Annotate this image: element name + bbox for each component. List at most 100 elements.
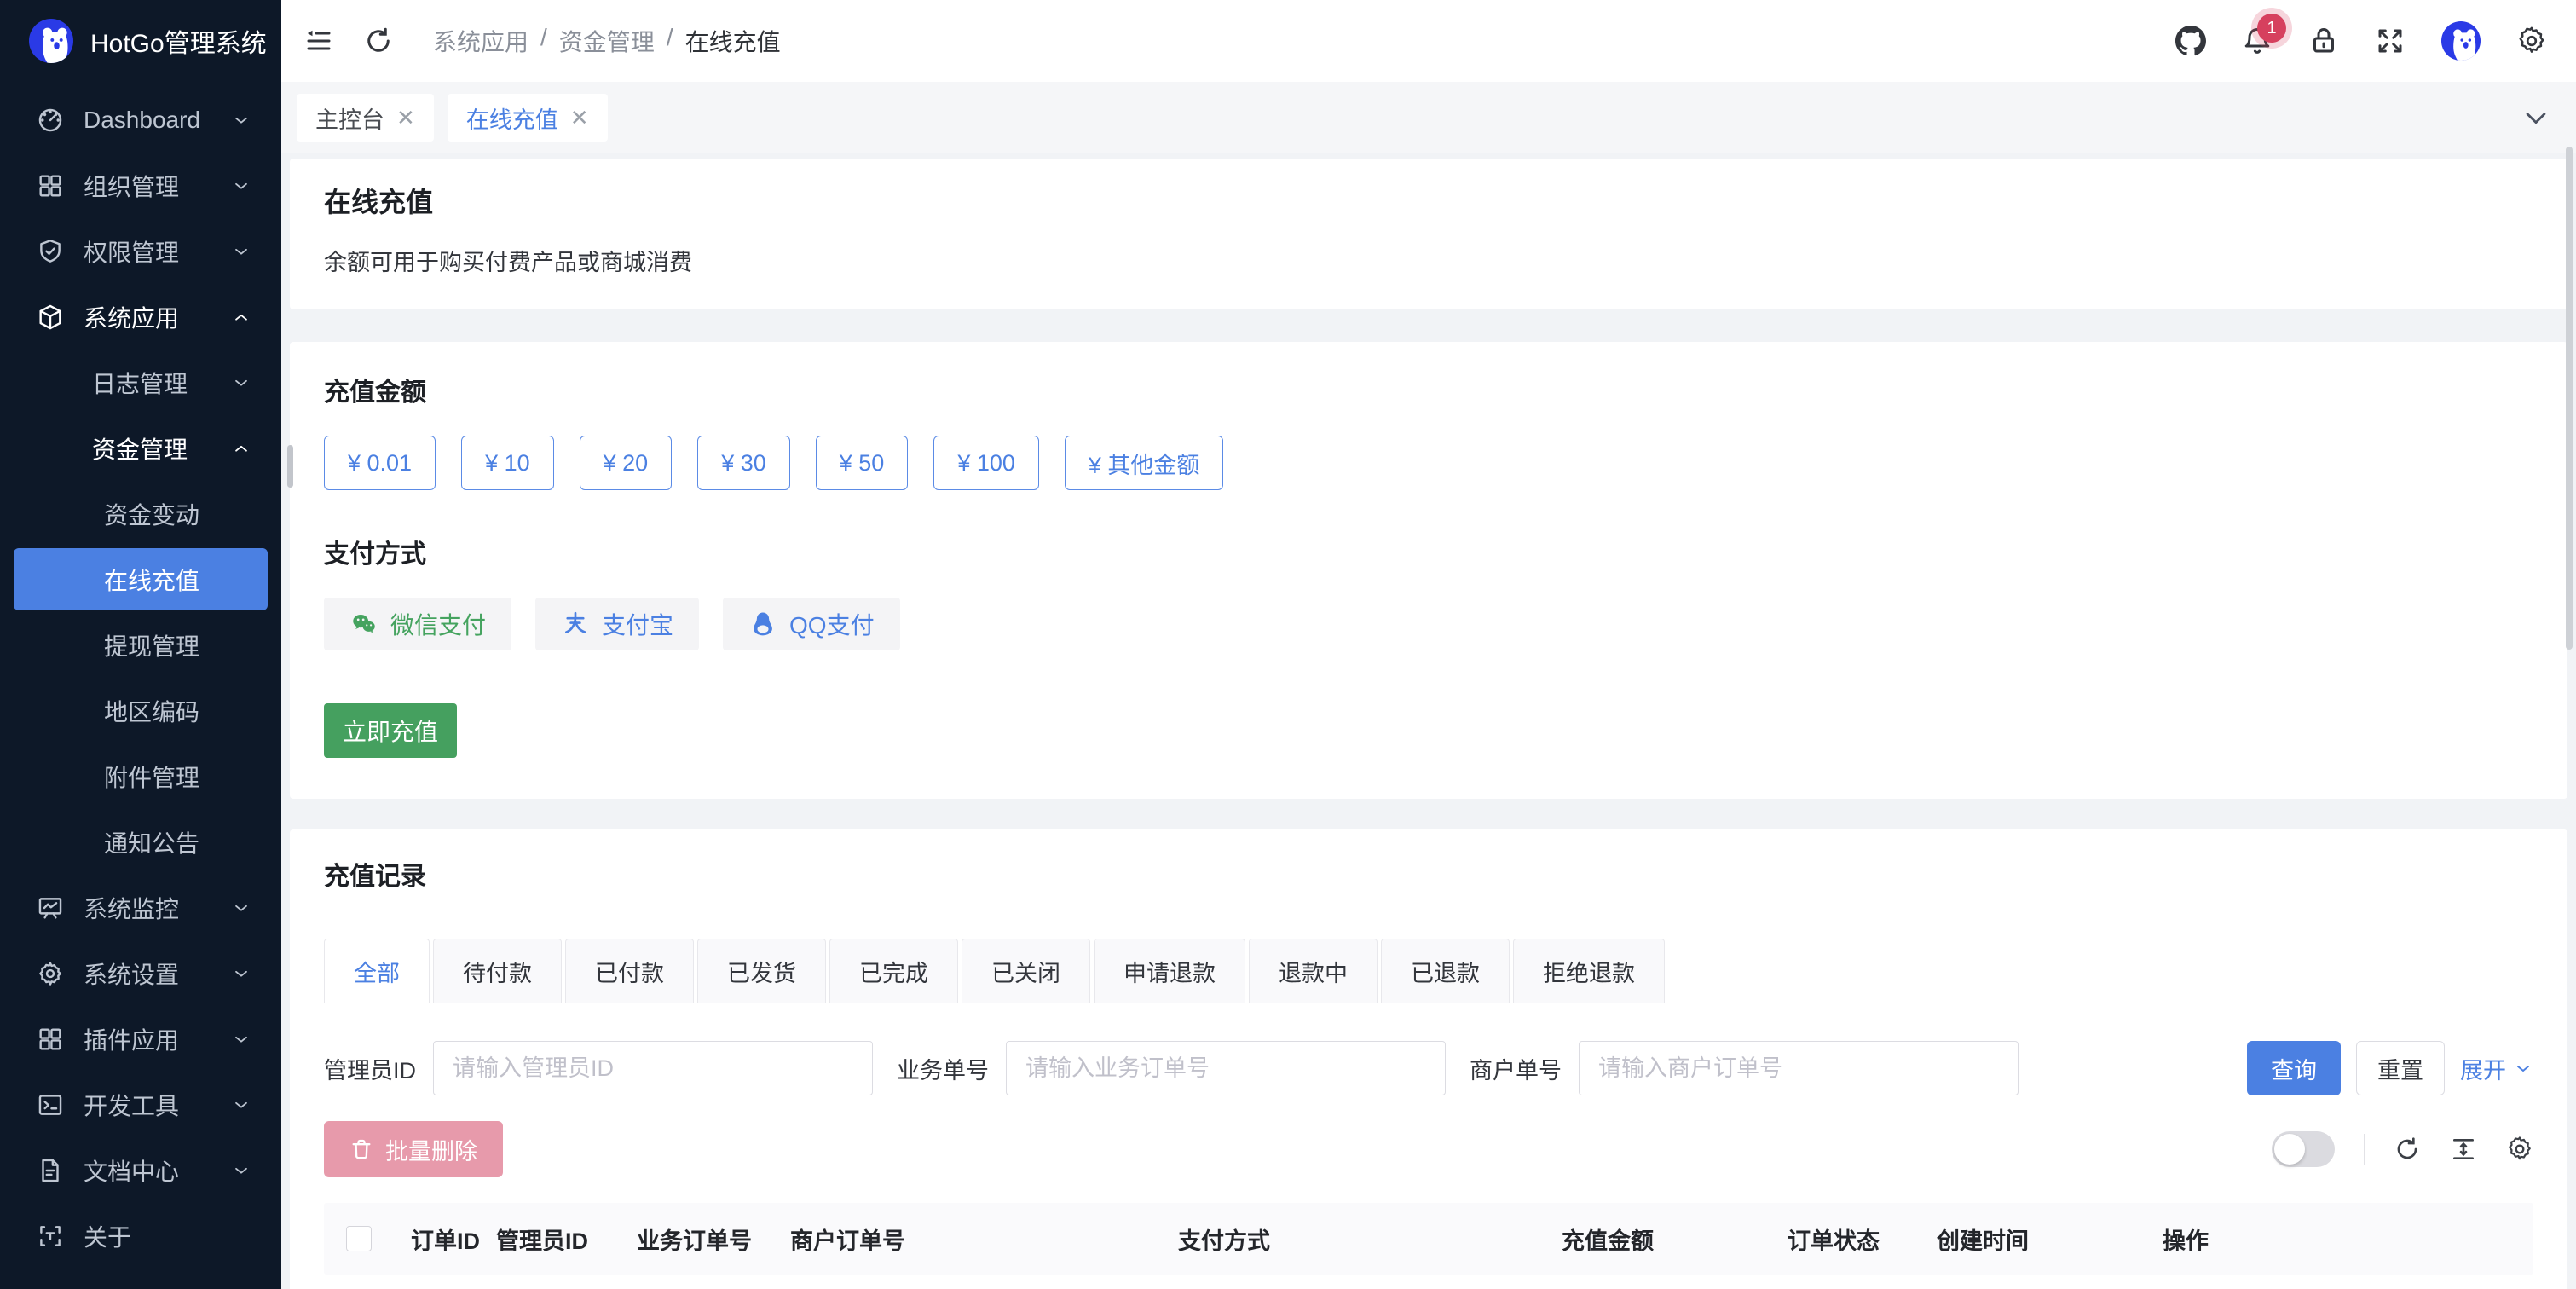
sidebar-menu: Dashboard组织管理权限管理系统应用日志管理资金管理资金变动在线充值提现管… — [0, 82, 281, 1289]
notifications-button[interactable]: 1 — [2242, 26, 2273, 56]
status-tab-3[interactable]: 已发货 — [697, 939, 826, 1003]
wechat-pay-icon — [349, 610, 378, 639]
status-tab-0[interactable]: 全部 — [324, 939, 430, 1003]
filter-label: 商户单号 — [1470, 1052, 1562, 1085]
batch-delete-button[interactable]: 批量删除 — [324, 1121, 503, 1177]
sidebar-item-8[interactable]: 提现管理 — [0, 612, 281, 678]
menu-fold-icon[interactable] — [303, 26, 334, 56]
sidebar-item-10[interactable]: 附件管理 — [0, 743, 281, 809]
content-scrollbar[interactable] — [2566, 147, 2573, 650]
document-icon — [36, 1156, 65, 1185]
breadcrumb-item[interactable]: 资金管理 — [559, 24, 655, 58]
gear-icon — [36, 959, 65, 988]
sidebar-item-label: 系统设置 — [84, 957, 179, 991]
status-tab-6[interactable]: 申请退款 — [1094, 939, 1245, 1003]
tabs-dropdown-chevron-icon[interactable] — [2521, 103, 2550, 132]
column-header-0: 订单ID — [409, 1223, 494, 1256]
sidebar-item-label: 开发工具 — [84, 1088, 179, 1122]
payment-section-title: 支付方式 — [324, 533, 2533, 570]
lock-icon[interactable] — [2308, 26, 2339, 56]
status-tab-2[interactable]: 已付款 — [565, 939, 694, 1003]
user-avatar[interactable] — [2441, 21, 2481, 61]
sidebar-item-3[interactable]: 系统应用 — [0, 284, 281, 350]
filter-label: 管理员ID — [324, 1052, 416, 1085]
amount-option-0[interactable]: ¥ 0.01 — [324, 436, 436, 490]
status-tab-5[interactable]: 已关闭 — [962, 939, 1090, 1003]
sidebar-item-6[interactable]: 资金变动 — [0, 481, 281, 546]
sidebar: HotGo管理系统 Dashboard组织管理权限管理系统应用日志管理资金管理资… — [0, 0, 281, 1289]
column-settings-gear-icon[interactable] — [2506, 1136, 2533, 1163]
filter-input-1[interactable] — [1006, 1041, 1446, 1095]
sidebar-item-17[interactable]: 关于 — [0, 1203, 281, 1269]
amount-option-6[interactable]: ¥ 其他金额 — [1065, 436, 1224, 490]
koala-logo-icon — [29, 19, 73, 63]
github-icon[interactable] — [2175, 26, 2206, 56]
filter-input-0[interactable] — [433, 1041, 873, 1095]
amount-option-1[interactable]: ¥ 10 — [461, 436, 554, 490]
status-tab-1[interactable]: 待付款 — [433, 939, 562, 1003]
tab-close-icon[interactable]: ✕ — [570, 107, 589, 129]
sidebar-item-7[interactable]: 在线充值 — [14, 548, 268, 610]
payment-option-1[interactable]: 支付宝 — [535, 598, 699, 650]
amount-option-3[interactable]: ¥ 30 — [697, 436, 790, 490]
sidebar-item-dashboard[interactable]: Dashboard — [0, 87, 281, 153]
sidebar-item-11[interactable]: 通知公告 — [0, 809, 281, 875]
page-tab-0[interactable]: 主控台✕ — [297, 94, 434, 142]
chevron-down-icon — [230, 109, 252, 131]
sidebar-item-15[interactable]: 开发工具 — [0, 1072, 281, 1137]
app-title: HotGo管理系统 — [90, 22, 267, 60]
status-tab-8[interactable]: 已退款 — [1381, 939, 1510, 1003]
filter-input-2[interactable] — [1579, 1041, 2019, 1095]
striped-toggle[interactable] — [2272, 1131, 2335, 1167]
recharge-now-button[interactable]: 立即充值 — [324, 703, 457, 758]
payment-option-2[interactable]: QQ支付 — [723, 598, 900, 650]
fullscreen-icon[interactable] — [2375, 26, 2406, 56]
reset-button[interactable]: 重置 — [2356, 1041, 2445, 1095]
sidebar-item-label: 日志管理 — [92, 366, 188, 400]
select-all-checkbox[interactable] — [346, 1226, 372, 1251]
sidebar-item-1[interactable]: 组织管理 — [0, 153, 281, 218]
divider — [2364, 1134, 2365, 1165]
sidebar-item-4[interactable]: 日志管理 — [0, 350, 281, 415]
sidebar-scrollbar[interactable] — [287, 445, 293, 488]
status-tab-9[interactable]: 拒绝退款 — [1513, 939, 1665, 1003]
sidebar-item-label: 在线充值 — [104, 563, 199, 597]
amount-option-2[interactable]: ¥ 20 — [580, 436, 673, 490]
sidebar-item-5[interactable]: 资金管理 — [0, 415, 281, 481]
column-header-4: 支付方式 — [1176, 1223, 1560, 1256]
row-density-icon[interactable] — [2450, 1136, 2477, 1163]
breadcrumb-item[interactable]: 系统应用 — [433, 24, 528, 58]
sidebar-item-2[interactable]: 权限管理 — [0, 218, 281, 284]
sidebar-item-9[interactable]: 地区编码 — [0, 678, 281, 743]
app-logo[interactable]: HotGo管理系统 — [0, 0, 281, 82]
table-refresh-icon[interactable] — [2394, 1136, 2421, 1163]
expand-filters-link[interactable]: 展开 — [2460, 1052, 2533, 1085]
payment-option-0[interactable]: 微信支付 — [324, 598, 511, 650]
settings-gear-icon[interactable] — [2516, 26, 2547, 56]
sidebar-item-13[interactable]: 系统设置 — [0, 940, 281, 1006]
breadcrumb-item[interactable]: 在线充值 — [685, 24, 781, 58]
filter-group-2: 商户单号 — [1470, 1041, 2019, 1095]
breadcrumb-separator: / — [540, 24, 547, 58]
chevron-up-icon — [230, 306, 252, 328]
column-header-5: 充值金额 — [1560, 1223, 1786, 1256]
sidebar-item-label: 系统监控 — [84, 891, 179, 925]
search-button[interactable]: 查询 — [2247, 1041, 2341, 1095]
amount-option-5[interactable]: ¥ 100 — [933, 436, 1039, 490]
sidebar-item-16[interactable]: 文档中心 — [0, 1137, 281, 1203]
tab-close-icon[interactable]: ✕ — [396, 107, 415, 129]
sidebar-item-label: 资金管理 — [92, 431, 188, 465]
page-tab-1[interactable]: 在线充值✕ — [448, 94, 608, 142]
status-tab-7[interactable]: 退款中 — [1249, 939, 1378, 1003]
status-tab-4[interactable]: 已完成 — [829, 939, 958, 1003]
filter-label: 业务单号 — [897, 1052, 989, 1085]
sidebar-item-label: 提现管理 — [104, 628, 199, 662]
sidebar-item-12[interactable]: 系统监控 — [0, 875, 281, 940]
sidebar-item-14[interactable]: 插件应用 — [0, 1006, 281, 1072]
amount-option-4[interactable]: ¥ 50 — [816, 436, 909, 490]
cube-icon — [36, 303, 65, 332]
recharge-card: 充值金额 ¥ 0.01¥ 10¥ 20¥ 30¥ 50¥ 100¥ 其他金额 支… — [290, 342, 2567, 799]
sidebar-item-label: 附件管理 — [104, 760, 199, 794]
refresh-icon[interactable] — [363, 26, 394, 56]
chevron-down-icon — [230, 962, 252, 985]
